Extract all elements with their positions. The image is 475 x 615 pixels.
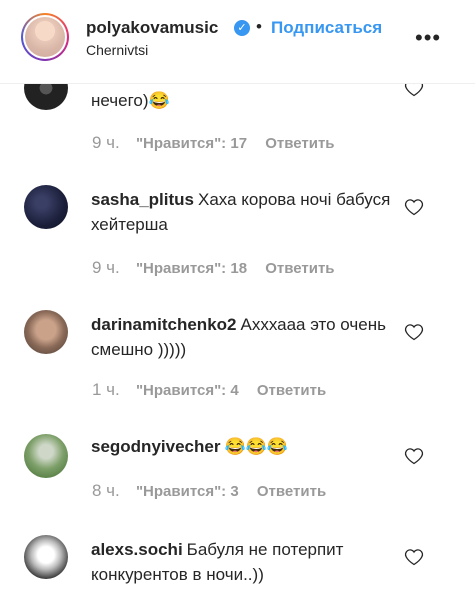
post-header: polyakovamusic ✓ • Подписаться Chernivts… <box>0 0 475 84</box>
comment-meta: 1 ч. "Нравится": 4 Ответить <box>92 380 326 400</box>
like-heart-icon[interactable] <box>404 322 424 342</box>
avatar[interactable] <box>24 310 68 354</box>
comment-username[interactable]: darinamitchenko2 <box>91 315 237 334</box>
profile-username[interactable]: polyakovamusic <box>86 18 218 38</box>
avatar[interactable] <box>24 185 68 229</box>
profile-avatar[interactable] <box>21 13 69 61</box>
reply-button[interactable]: Ответить <box>265 135 334 152</box>
comment-text: нечего)😂 <box>91 91 170 110</box>
avatar-image <box>25 17 65 57</box>
avatar[interactable] <box>24 434 68 478</box>
comment-time[interactable]: 9 ч. <box>92 133 120 152</box>
like-heart-icon[interactable] <box>404 547 424 567</box>
like-heart-icon[interactable] <box>404 197 424 217</box>
reply-button[interactable]: Ответить <box>265 260 334 277</box>
comment-username[interactable]: alexs.sochi <box>91 540 183 559</box>
post-location[interactable]: Chernivtsi <box>86 42 148 58</box>
reply-button[interactable]: Ответить <box>257 483 326 500</box>
separator-dot: • <box>256 17 262 36</box>
comment-likes[interactable]: "Нравится": 17 <box>136 135 247 152</box>
comment-username[interactable]: segodnyivecher <box>91 437 220 456</box>
comment-meta: 9 ч. "Нравится": 17 Ответить <box>92 133 335 153</box>
verified-badge-icon: ✓ <box>234 20 250 36</box>
comment-likes[interactable]: "Нравится": 3 <box>136 483 239 500</box>
comment-time[interactable]: 9 ч. <box>92 258 120 277</box>
follow-button[interactable]: Подписаться <box>271 18 382 38</box>
like-heart-icon[interactable] <box>404 446 424 466</box>
reply-button[interactable]: Ответить <box>257 382 326 399</box>
comment-meta: 8 ч. "Нравится": 3 Ответить <box>92 481 326 501</box>
comment-time[interactable]: 1 ч. <box>92 380 120 399</box>
comment-meta: 9 ч. "Нравится": 18 Ответить <box>92 258 335 278</box>
comment-username[interactable]: sasha_plitus <box>91 190 194 209</box>
comment-likes[interactable]: "Нравится": 4 <box>136 382 239 399</box>
avatar[interactable] <box>24 535 68 579</box>
more-options-icon[interactable]: ••• <box>415 25 441 51</box>
comment-text: 😂😂😂 <box>224 437 288 456</box>
comment-likes[interactable]: "Нравится": 18 <box>136 260 247 277</box>
comment-time[interactable]: 8 ч. <box>92 481 120 500</box>
